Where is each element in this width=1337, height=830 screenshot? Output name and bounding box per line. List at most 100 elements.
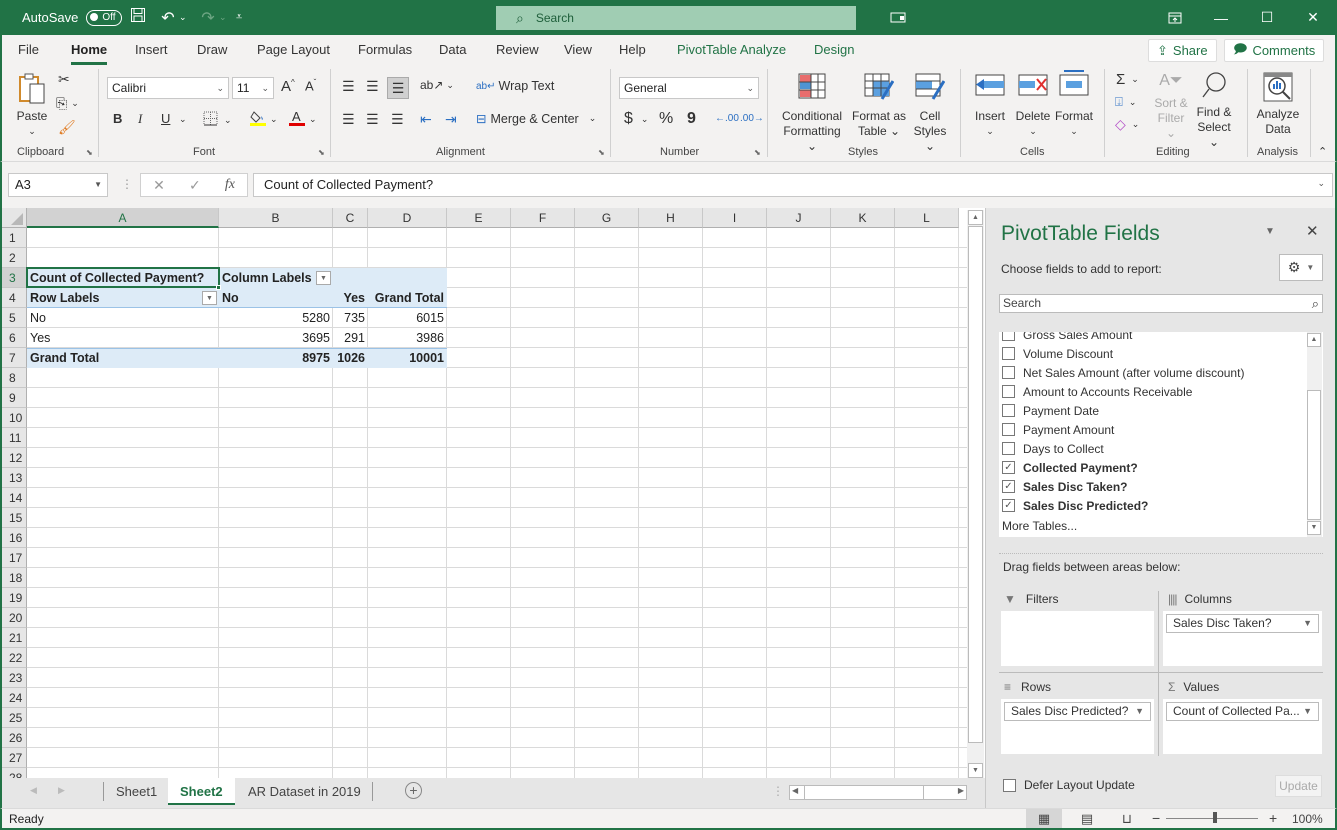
collapse-ribbon-icon[interactable]: ⌃ xyxy=(1318,145,1327,158)
maximize-button[interactable]: ☐ xyxy=(1244,0,1290,35)
clear-button[interactable]: ◇ ⌄ xyxy=(1115,116,1139,133)
pivot-cell[interactable]: 3986 xyxy=(368,328,447,348)
font-name-combo[interactable]: Calibri ⌄ xyxy=(107,77,229,99)
row-header-23[interactable]: 23 xyxy=(2,668,27,688)
row-header-16[interactable]: 16 xyxy=(2,528,27,548)
columns-field-chip[interactable]: Sales Disc Taken? ▼ xyxy=(1166,614,1319,633)
column-header-j[interactable]: J xyxy=(767,208,831,228)
tab-formulas[interactable]: Formulas xyxy=(358,42,412,57)
increase-indent-button[interactable]: ⇥ xyxy=(445,111,457,128)
delete-cells-button[interactable]: Delete ⌄ xyxy=(1013,73,1053,139)
horizontal-scrollbar[interactable]: ◀ ▶ xyxy=(789,785,967,800)
field-checkbox[interactable] xyxy=(1002,385,1015,398)
row-header-25[interactable]: 25 xyxy=(2,708,27,728)
scroll-left-button[interactable]: ◀ xyxy=(792,786,798,795)
values-drop-area[interactable]: Count of Collected Pa... ▼ xyxy=(1163,699,1322,754)
field-item[interactable]: Net Sales Amount (after volume discount) xyxy=(1002,363,1244,382)
row-header-4[interactable]: 4 xyxy=(2,288,27,308)
name-box[interactable]: A3 ▼ xyxy=(8,173,108,197)
row-header-13[interactable]: 13 xyxy=(2,468,27,488)
field-checkbox[interactable]: ✓ xyxy=(1002,499,1015,512)
pivot-value-header[interactable]: Count of Collected Payment? xyxy=(27,268,219,288)
vertical-scrollbar[interactable]: ▲ ▼ xyxy=(967,210,984,780)
clipboard-launcher-icon[interactable]: ⬊ xyxy=(86,148,93,157)
align-top-button[interactable]: ☰ xyxy=(342,78,355,95)
field-item[interactable]: ✓ Sales Disc Taken? xyxy=(1002,477,1128,496)
pivot-col-header-no[interactable]: No xyxy=(219,288,333,308)
pivot-grand-total-cell[interactable]: 1026 xyxy=(333,348,368,368)
row-header-21[interactable]: 21 xyxy=(2,628,27,648)
sheet-tab-ar-dataset-2019[interactable]: AR Dataset in 2019 xyxy=(236,778,373,805)
enter-icon[interactable]: ✓ xyxy=(189,177,201,194)
rows-drop-area[interactable]: Sales Disc Predicted? ▼ xyxy=(1001,699,1154,754)
zoom-in-button[interactable]: + xyxy=(1269,810,1277,826)
column-header-k[interactable]: K xyxy=(831,208,895,228)
row-header-7[interactable]: 7 xyxy=(2,348,27,368)
horizontal-scroll-thumb[interactable] xyxy=(804,785,924,800)
cut-button[interactable]: ✂ xyxy=(58,71,70,88)
zoom-slider[interactable] xyxy=(1166,818,1258,819)
row-header-6[interactable]: 6 xyxy=(2,328,27,348)
tab-help[interactable]: Help xyxy=(619,42,646,57)
zoom-slider-thumb[interactable] xyxy=(1213,812,1217,823)
scroll-thumb[interactable] xyxy=(968,226,983,743)
scroll-down-button[interactable]: ▼ xyxy=(968,763,983,778)
pivot-col-header-grand-total[interactable]: Grand Total xyxy=(368,288,447,308)
normal-view-button[interactable]: ▦ xyxy=(1026,809,1062,828)
field-item[interactable]: Gross Sales Amount xyxy=(1002,332,1132,344)
conditional-formatting-button[interactable]: Conditional Formatting ⌄ xyxy=(779,73,845,154)
font-launcher-icon[interactable]: ⬊ xyxy=(318,148,325,157)
underline-button[interactable]: U xyxy=(161,111,170,126)
field-checkbox[interactable] xyxy=(1002,404,1015,417)
row-header-8[interactable]: 8 xyxy=(2,368,27,388)
underline-dropdown[interactable]: ⌄ xyxy=(179,114,187,125)
fill-handle[interactable] xyxy=(216,285,221,290)
scroll-up-button[interactable]: ▲ xyxy=(1307,333,1321,347)
field-list-scrollbar[interactable]: ▲ ▼ xyxy=(1307,332,1322,537)
close-pane-button[interactable]: ✕ xyxy=(1306,222,1319,240)
row-header-11[interactable]: 11 xyxy=(2,428,27,448)
row-header-24[interactable]: 24 xyxy=(2,688,27,708)
align-center-button[interactable]: ☰ xyxy=(366,111,379,128)
row-labels-filter-button[interactable]: ▼ xyxy=(202,291,217,305)
bold-button[interactable]: B xyxy=(113,111,122,126)
formula-input[interactable]: Count of Collected Payment? xyxy=(253,173,1333,197)
column-header-g[interactable]: G xyxy=(575,208,639,228)
number-launcher-icon[interactable]: ⬊ xyxy=(754,148,761,157)
expand-formula-bar-icon[interactable]: ⌄ xyxy=(1317,178,1325,189)
row-header-1[interactable]: 1 xyxy=(2,228,27,248)
row-header-3[interactable]: 3 xyxy=(2,268,27,288)
row-header-14[interactable]: 14 xyxy=(2,488,27,508)
field-item[interactable]: Payment Date xyxy=(1002,401,1099,420)
orientation-button[interactable]: ab↗ ⌄ xyxy=(420,78,454,92)
pivot-cell[interactable]: 3695 xyxy=(219,328,333,348)
rows-field-chip[interactable]: Sales Disc Predicted? ▼ xyxy=(1004,702,1151,721)
percent-button[interactable]: % xyxy=(659,110,673,128)
field-checkbox[interactable] xyxy=(1002,332,1015,341)
row-header-5[interactable]: 5 xyxy=(2,308,27,328)
increase-decimal-button[interactable]: ←.00 xyxy=(715,113,739,124)
align-right-button[interactable]: ☰ xyxy=(391,111,404,128)
field-item[interactable]: Payment Amount xyxy=(1002,420,1114,439)
customize-qat-button[interactable]: ⩡ xyxy=(236,0,242,35)
format-as-table-button[interactable]: Format as Table ⌄ xyxy=(851,73,907,139)
tab-home[interactable]: Home xyxy=(71,42,108,65)
format-cells-button[interactable]: Format ⌄ xyxy=(1054,69,1094,139)
font-color-button[interactable]: A ⌄ xyxy=(289,109,317,130)
field-item[interactable]: Days to Collect xyxy=(1002,439,1104,458)
format-painter-button[interactable]: 🖌 xyxy=(58,119,76,136)
field-list-settings-button[interactable]: ⚙ ▼ xyxy=(1279,254,1323,281)
scroll-thumb[interactable] xyxy=(1307,390,1321,520)
pivot-cell[interactable]: 291 xyxy=(333,328,368,348)
pivot-row-label[interactable]: No xyxy=(27,308,219,328)
page-break-view-button[interactable]: ⊔ xyxy=(1117,809,1137,828)
fill-button[interactable]: ⍗ ⌄ xyxy=(1115,94,1136,110)
pivot-column-labels[interactable]: Column Labels xyxy=(219,268,368,288)
tab-design[interactable]: Design xyxy=(814,42,854,57)
pivot-grand-total-cell[interactable]: 10001 xyxy=(368,348,447,368)
insert-function-icon[interactable]: fx xyxy=(225,177,235,193)
defer-layout-checkbox[interactable] xyxy=(1003,778,1016,792)
share-button[interactable]: ⇪ Share xyxy=(1148,39,1217,62)
number-format-combo[interactable]: General ⌄ xyxy=(619,77,759,99)
select-all-corner[interactable] xyxy=(2,208,27,228)
